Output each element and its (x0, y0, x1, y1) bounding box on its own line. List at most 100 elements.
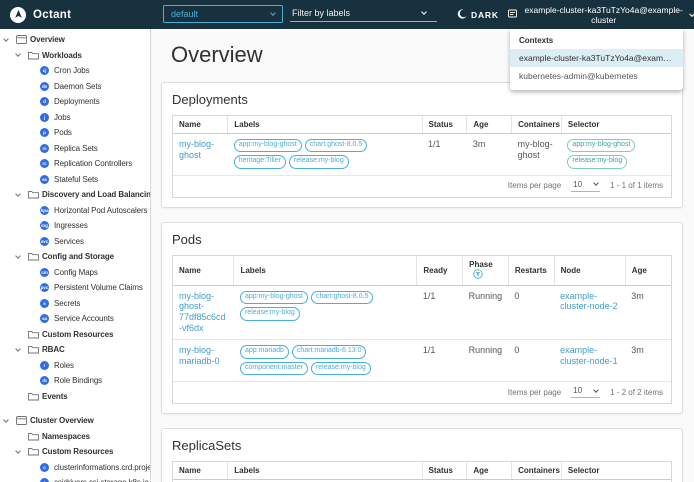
sidebar-item-workloads[interactable]: Workloads (0, 48, 150, 64)
sidebar-item-daemon-sets[interactable]: ds Daemon Sets (0, 79, 150, 95)
sidebar-item-secrets[interactable]: s Secrets (0, 296, 150, 312)
items-per-page-label: Items per page (507, 181, 562, 191)
selector-badge[interactable]: app:my-blog-ghost (567, 139, 636, 153)
namespace-select[interactable]: default (163, 5, 283, 23)
main-content: Overview Deployments Name Labels Status Age C… (151, 29, 694, 482)
chevron-down-icon[interactable] (15, 345, 28, 352)
column-header-label: Labels (234, 466, 260, 475)
column-header-labels[interactable]: Labels (227, 462, 422, 480)
sidebar-item-replication-controllers[interactable]: rc Replication Controllers (0, 156, 150, 172)
column-header-labels[interactable]: Labels (233, 255, 417, 286)
sidebar-item-deployments[interactable]: d Deployments (0, 94, 150, 110)
column-header-age[interactable]: Age (466, 462, 512, 480)
column-header-status[interactable]: Status (421, 462, 467, 480)
cell-name: my-blog-ghost (173, 134, 228, 175)
label-badge[interactable]: chart:ghost-8.0.5 (310, 290, 374, 305)
column-header-node[interactable]: Node (553, 255, 626, 286)
label-badge[interactable]: chart:ghost-8.0.5 (304, 139, 368, 153)
sidebar-item-rbac[interactable]: RBAC (0, 342, 150, 358)
resource-link[interactable]: my-blog-ghost-77df85c6cd-vf6dx (179, 291, 226, 333)
sidebar-item-config-maps[interactable]: cm Config Maps (0, 265, 150, 281)
sidebar-item-label: RBAC (42, 345, 65, 355)
sidebar-item-label: Custom Resources (42, 329, 114, 339)
resource-link[interactable]: example-cluster-node-2 (560, 291, 618, 312)
column-header-selector[interactable]: Selector (560, 116, 671, 134)
column-header-age[interactable]: Age (624, 255, 671, 286)
k8s-resource-icon: c (40, 478, 54, 482)
label-badge[interactable]: component:master (239, 361, 308, 375)
namespace-select-value: default (171, 9, 199, 19)
column-header-selector[interactable]: Selector (560, 462, 671, 480)
sidebar-item-csidrivers-csi-storage-k8s-io[interactable]: ccsidrivers.csi.storage.k8s.io (0, 475, 150, 482)
context-selector-button[interactable]: example-cluster-ka3TuTzYo4a@example-clus… (508, 0, 694, 29)
k8s-resource-icon: ds (40, 81, 49, 91)
column-header-name[interactable]: Name (173, 255, 234, 286)
resource-link[interactable]: example-cluster-node-1 (560, 345, 618, 366)
sidebar-item-overview[interactable]: Overview (0, 32, 150, 48)
sidebar-item-discovery-and-load-balancing[interactable]: Discovery and Load Balancing (0, 187, 150, 203)
column-header-phase[interactable]: Phase (462, 255, 509, 286)
label-badge[interactable]: app:my-blog-ghost (239, 290, 308, 305)
sidebar-item-custom-resources[interactable]: Custom Resources (0, 444, 150, 460)
column-header-restarts[interactable]: Restarts (507, 255, 555, 286)
sidebar-item-replica-sets[interactable]: rs Replica Sets (0, 141, 150, 157)
sidebar-item-horizontal-pod-autoscalers[interactable]: hpa Horizontal Pod Autoscalers (0, 203, 150, 219)
chevron-down-icon[interactable] (421, 8, 427, 15)
chevron-down-icon[interactable] (3, 35, 16, 42)
column-header-status[interactable]: Status (421, 116, 467, 134)
column-header-age[interactable]: Age (466, 116, 512, 134)
folder-icon (28, 330, 42, 339)
label-badge[interactable]: chart:mariadb-6.13.0 (291, 345, 367, 359)
label-badge[interactable]: heritage:Tiller (233, 155, 286, 169)
sidebar-item-cron-jobs[interactable]: cj Cron Jobs (0, 63, 150, 79)
table-row: my-blog-mariadb-0 app:mariadb chart:mariad… (173, 339, 671, 381)
column-header-name[interactable]: Name (173, 462, 228, 480)
sidebar-item-events[interactable]: Events (0, 389, 150, 405)
sidebar-item-ingresses[interactable]: ing Ingresses (0, 218, 150, 234)
column-header-name[interactable]: Name (173, 116, 228, 134)
sidebar-item-service-accounts[interactable]: sa Service Accounts (0, 311, 150, 327)
sidebar-item-roles[interactable]: r Roles (0, 358, 150, 374)
column-header-labels[interactable]: Labels (227, 116, 422, 134)
page-size-select[interactable]: 10 (571, 386, 601, 398)
sidebar-item-label: Discovery and Load Balancing (42, 190, 150, 200)
contexts-dropdown-items: example-cluster-ka3TuTzYo4a@example-clu.… (510, 49, 683, 85)
chevron-down-icon[interactable] (3, 416, 16, 423)
chevron-down-icon[interactable] (15, 51, 28, 58)
sidebar-item-persistent-volume-claims[interactable]: pvc Persistent Volume Claims (0, 280, 150, 296)
dark-theme-toggle[interactable]: DARK (457, 0, 499, 29)
resource-link[interactable]: my-blog-ghost (179, 139, 214, 160)
label-badge[interactable]: release:my-blog (310, 361, 371, 375)
column-header-containers[interactable]: Containers (511, 462, 562, 480)
octant-logo-icon (10, 6, 26, 23)
label-badge[interactable]: app:my-blog-ghost (233, 139, 302, 153)
sidebar-item-pods[interactable]: p Pods (0, 125, 150, 141)
resource-link[interactable]: my-blog-mariadb-0 (179, 345, 220, 366)
sidebar-item-custom-resources[interactable]: Custom Resources (0, 327, 150, 343)
column-header-containers[interactable]: Containers (511, 116, 562, 134)
sidebar-item-config-and-storage[interactable]: Config and Storage (0, 249, 150, 265)
sidebar-item-clusterinformations-crd-projec[interactable]: c clusterinformations.crd.projec (0, 460, 150, 476)
filter-icon[interactable] (473, 269, 483, 281)
label-badge[interactable]: app:mariadb (239, 345, 289, 359)
chevron-down-icon[interactable] (15, 252, 28, 259)
sidebar-item-stateful-sets[interactable]: ss Stateful Sets (0, 172, 150, 188)
sidebar-item-role-bindings[interactable]: rb Role Bindings (0, 373, 150, 389)
sidebar-item-jobs[interactable]: j Jobs (0, 110, 150, 126)
page-size-select[interactable]: 10 (571, 180, 601, 192)
sidebar-item-cluster-overview[interactable]: Cluster Overview (0, 413, 150, 429)
column-header-ready[interactable]: Ready (416, 255, 463, 286)
chevron-down-icon[interactable] (15, 447, 28, 454)
chevron-down-icon (593, 386, 599, 393)
selector-badge[interactable]: release:my-blog (567, 155, 628, 169)
sidebar-item-services[interactable]: svc Services (0, 234, 150, 250)
label-filter-input[interactable] (292, 7, 422, 18)
k8s-resource-icon: r (40, 360, 54, 370)
sidebar-item-namespaces[interactable]: Namespaces (0, 429, 150, 445)
sidebar-item-label: Jobs (54, 112, 71, 122)
chevron-down-icon[interactable] (15, 190, 28, 197)
label-badge[interactable]: release:my-blog (288, 155, 349, 169)
context-option[interactable]: example-cluster-ka3TuTzYo4a@example-clu.… (510, 49, 683, 67)
label-badge[interactable]: release:my-blog (239, 307, 300, 321)
context-option[interactable]: kubernetes-admin@kubernetes (510, 67, 683, 85)
